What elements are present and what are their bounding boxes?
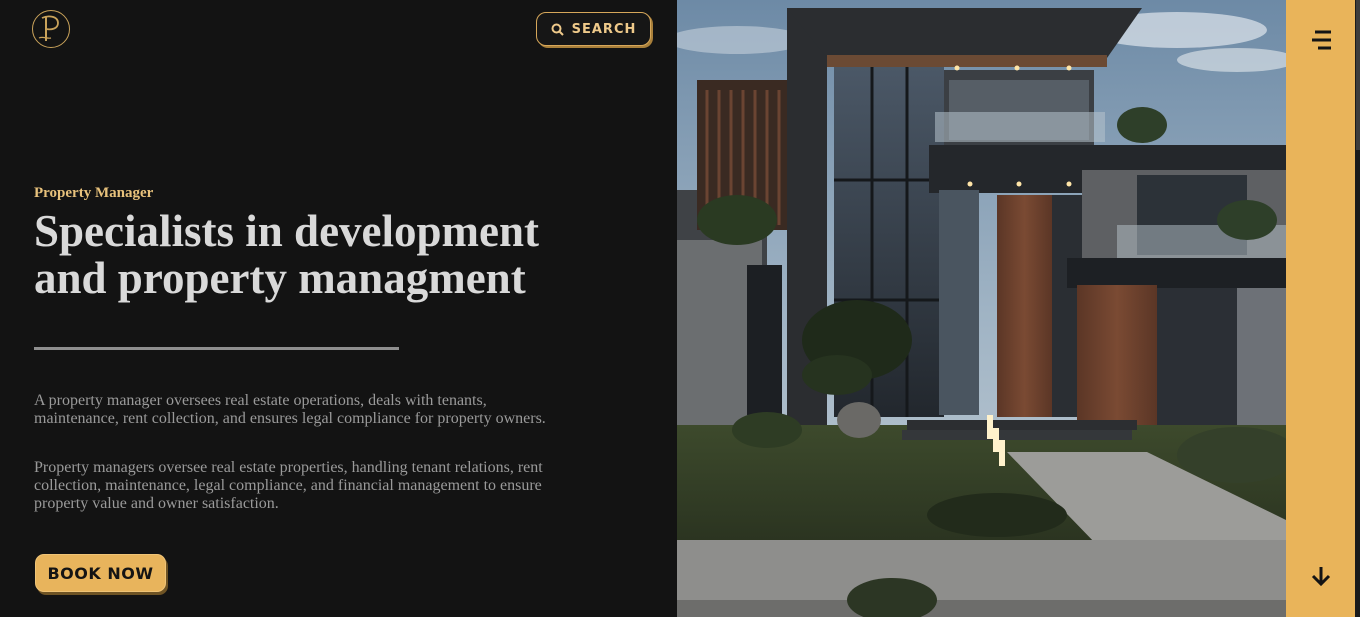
search-button[interactable]: SEARCH — [536, 12, 651, 46]
side-rail — [1286, 0, 1355, 617]
eyebrow-label: Property Manager — [34, 185, 154, 201]
description-paragraph-2: Property managers oversee real estate pr… — [34, 459, 543, 512]
scrollbar-thumb[interactable] — [1356, 0, 1360, 150]
modern-house-image — [677, 0, 1286, 617]
hero-left-panel: P SEARCH Property Manager Specialists in… — [0, 0, 677, 617]
book-now-button[interactable]: BOOK NOW — [35, 554, 166, 592]
monogram-logo-icon — [38, 15, 59, 41]
menu-icon[interactable] — [1309, 28, 1335, 52]
search-icon — [551, 23, 564, 36]
search-label: SEARCH — [571, 21, 637, 37]
brand-logo[interactable]: P — [32, 10, 70, 48]
arrow-down-icon[interactable] — [1310, 564, 1332, 588]
headline-line-1: Specialists in development — [34, 206, 540, 256]
description-paragraph-1: A property manager oversees real estate … — [34, 392, 546, 427]
divider — [34, 347, 399, 350]
headline-line-2: and property managment — [34, 253, 526, 303]
modern-house-illustration — [677, 0, 1286, 617]
page-title: Specialists in development and property … — [34, 208, 654, 302]
